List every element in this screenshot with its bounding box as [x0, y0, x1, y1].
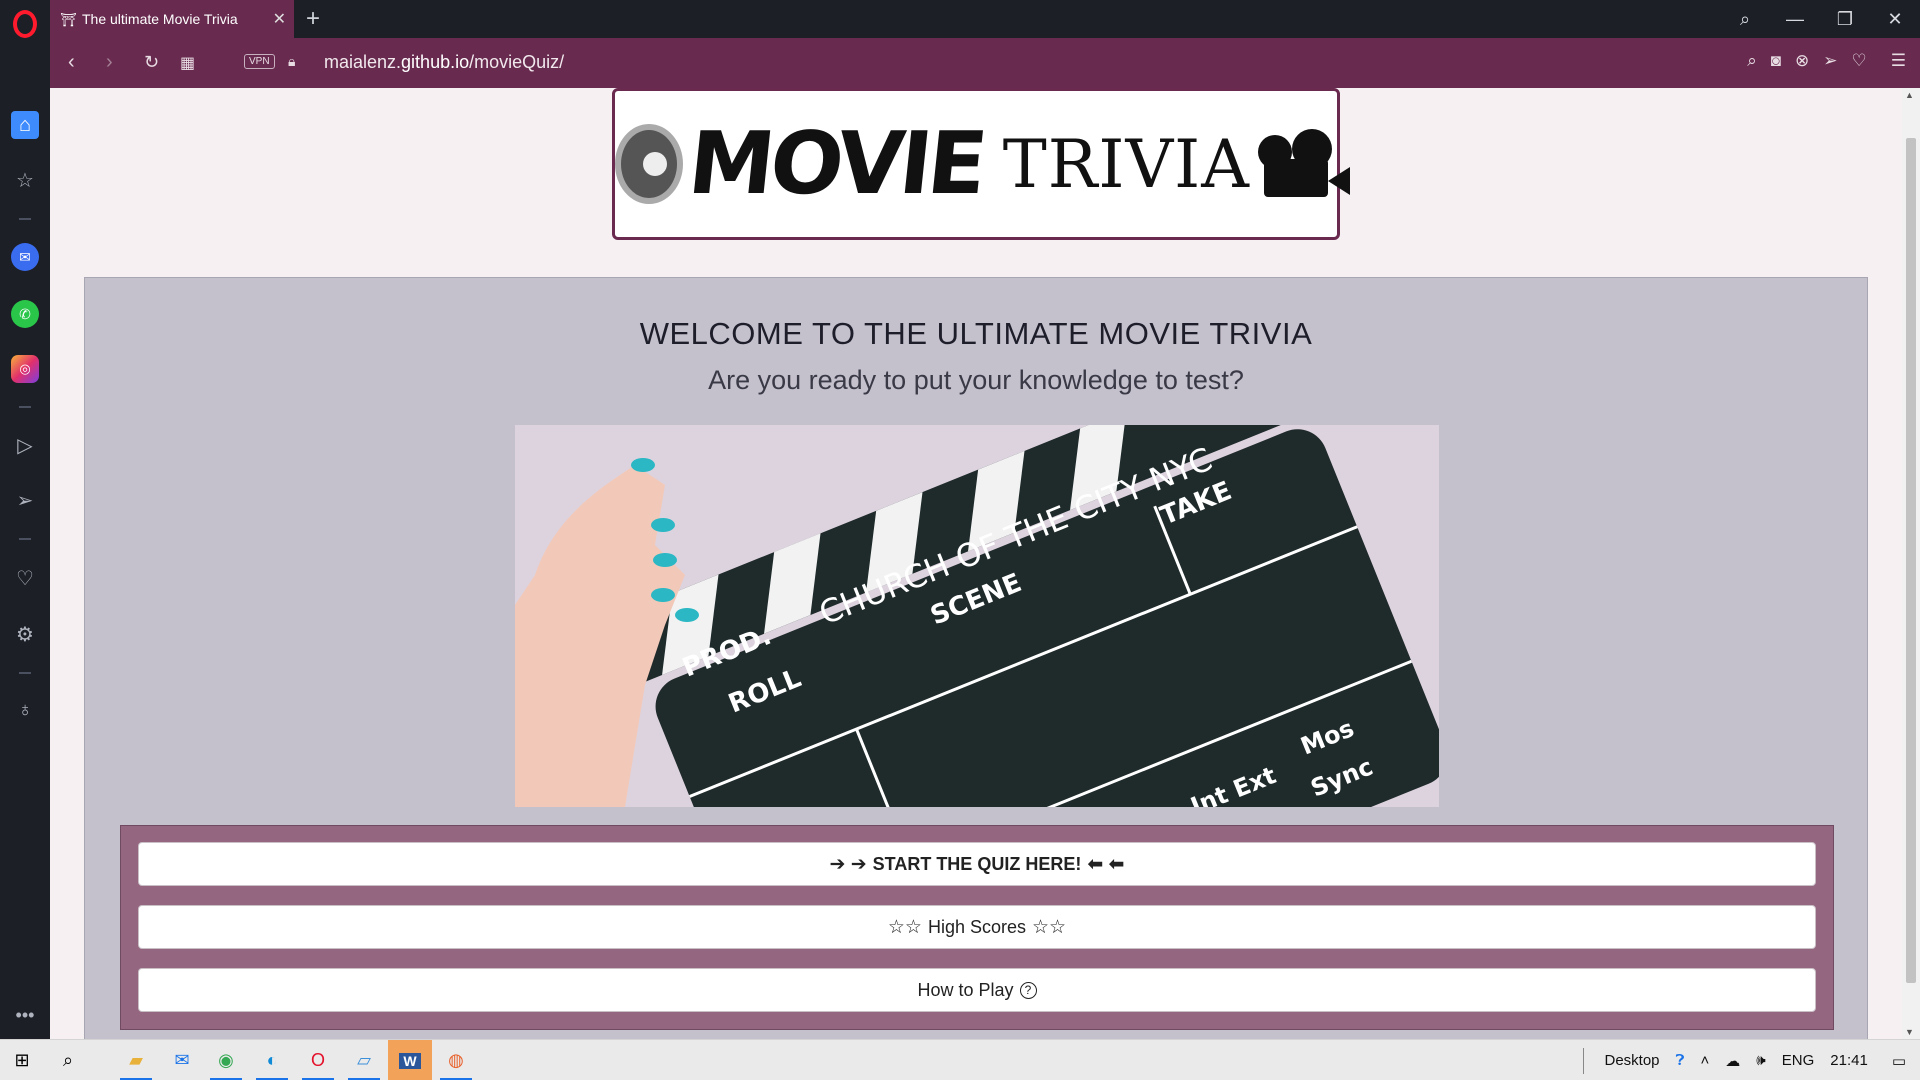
browser-sidebar: ⌂ ☆ ✉ ✆ ◎ ▷ ➢ ♡ ⚙ ♁ •••: [0, 0, 50, 1039]
clock[interactable]: 21:41: [1830, 1052, 1868, 1069]
snapshot-icon[interactable]: ◙: [1771, 51, 1781, 71]
movie-trivia-logo: MOVIE TRIVIA: [612, 88, 1350, 240]
forward-icon[interactable]: ›: [106, 51, 113, 74]
chevron-up-icon[interactable]: ˄: [1701, 1052, 1710, 1069]
photos-icon[interactable]: ▱: [342, 1040, 386, 1080]
vpn-badge[interactable]: VPN: [244, 54, 275, 69]
url-prefix: maialenz.: [324, 52, 402, 72]
arrow-right-circle-icon: ➔ ➔: [829, 853, 867, 875]
windows-start-icon[interactable]: ⊞: [0, 1040, 44, 1080]
menu-panel: ➔ ➔ START THE QUIZ HERE! ⬅ ⬅ ☆☆ High Sco…: [120, 825, 1834, 1030]
page-scrollbar[interactable]: ▲ ▼: [1902, 88, 1920, 1039]
notifications-icon[interactable]: ▭: [1892, 1052, 1906, 1070]
tab-bar: ⛩ The ultimate Movie Trivia ✕ + ⌕ — ❐ ✕: [50, 0, 1920, 38]
url-field[interactable]: maialenz.github.io/movieQuiz/: [324, 52, 564, 73]
tab-close-icon[interactable]: ✕: [273, 9, 286, 29]
help-icon[interactable]: ❓︎: [1676, 1052, 1685, 1069]
instagram-icon[interactable]: ◎: [11, 355, 39, 383]
bookmark-heart-icon[interactable]: ♡: [1852, 51, 1867, 71]
address-bar: ‹ › ↻ ▦ VPN 🔒︎ maialenz.github.io/movieQ…: [50, 38, 1920, 88]
search-icon[interactable]: ⌕: [46, 1040, 90, 1080]
sidebar-separator: [19, 672, 31, 674]
high-scores-label: High Scores: [927, 916, 1027, 937]
sidebar-separator: [19, 218, 31, 220]
settings-icon[interactable]: ⚙: [11, 620, 39, 648]
film-reel-icon: [615, 124, 684, 204]
scroll-up-icon[interactable]: ▲: [1905, 90, 1914, 100]
star-outline-icon: ☆☆: [1032, 916, 1067, 938]
home-icon[interactable]: ⌂: [11, 111, 39, 139]
restore-button[interactable]: ❐: [1820, 9, 1870, 30]
address-bar-actions: ⌕ ◙ ⊗ ➢ ♡ ☰: [1747, 51, 1906, 71]
page-subtitle: Are you ready to put your knowledge to t…: [708, 365, 1244, 395]
file-explorer-icon[interactable]: ▰: [114, 1040, 158, 1080]
new-tab-button[interactable]: +: [306, 5, 320, 33]
easy-setup-icon[interactable]: ☰: [1891, 51, 1906, 71]
minimize-button[interactable]: —: [1770, 9, 1820, 30]
sidebar-separator: [19, 538, 31, 540]
clapperboard-image: CHURCH OF THE CITY NYC PROD. ROLL SCENE …: [515, 425, 1439, 807]
high-scores-button[interactable]: ☆☆ High Scores ☆☆: [138, 905, 1816, 949]
arrow-left-circle-icon: ⬅ ⬅: [1087, 853, 1125, 875]
tab-movie-trivia[interactable]: ⛩ The ultimate Movie Trivia ✕: [50, 0, 294, 38]
page-viewport: MOVIE TRIVIA WELCOME TO THE ULTIMATE MOV…: [50, 88, 1902, 1039]
player-icon[interactable]: ▷: [11, 431, 39, 459]
how-to-play-label: How to Play: [917, 979, 1014, 1000]
system-tray: Desktop ❓︎ ˄ ☁ 🕪︎ ENG 21:41 ▭: [1575, 1040, 1920, 1080]
reload-icon[interactable]: ↻: [144, 52, 159, 73]
start-quiz-button[interactable]: ➔ ➔ START THE QUIZ HERE! ⬅ ⬅: [138, 842, 1816, 886]
volume-icon[interactable]: 🕪︎: [1756, 1052, 1765, 1069]
search-tabs-icon[interactable]: ⌕: [1720, 9, 1770, 30]
word-icon[interactable]: W: [388, 1040, 432, 1080]
logo-trivia-text: TRIVIA: [1002, 125, 1250, 203]
more-icon[interactable]: •••: [11, 1001, 39, 1029]
language-indicator[interactable]: ENG: [1782, 1052, 1815, 1069]
star-outline-icon: ☆☆: [887, 916, 922, 938]
windows-taskbar: ⊞ ⌕ ▰ ✉ ◉ ◐ O ▱ W ◍ Desktop ❓︎ ˄ ☁ 🕪︎ EN…: [0, 1039, 1920, 1080]
scroll-down-icon[interactable]: ▼: [1905, 1027, 1914, 1037]
heart-icon[interactable]: ♡: [11, 564, 39, 592]
whatsapp-icon[interactable]: ✆: [11, 300, 39, 328]
window-controls: ⌕ — ❐ ✕: [1720, 0, 1920, 38]
speed-dial-icon[interactable]: ▦: [180, 53, 195, 73]
welcome-card: WELCOME TO THE ULTIMATE MOVIE TRIVIA Are…: [84, 277, 1868, 1039]
star-icon[interactable]: ☆: [11, 166, 39, 194]
start-quiz-label: START THE QUIZ HERE!: [872, 853, 1082, 874]
messenger-icon[interactable]: ✉: [11, 243, 39, 271]
close-window-button[interactable]: ✕: [1870, 9, 1920, 30]
movie-camera-icon: [1257, 129, 1350, 199]
block-icon[interactable]: ⊗: [1795, 51, 1809, 71]
opera-logo-icon[interactable]: [13, 10, 37, 38]
page-title: WELCOME TO THE ULTIMATE MOVIE TRIVIA: [639, 316, 1313, 351]
bulb-icon[interactable]: ♁: [11, 696, 39, 724]
desktop-toolbar[interactable]: Desktop: [1604, 1052, 1659, 1069]
url-domain: github.io: [401, 52, 470, 72]
back-icon[interactable]: ‹: [68, 51, 75, 74]
question-circle-icon: ?: [1019, 981, 1037, 999]
opera-icon[interactable]: O: [296, 1040, 340, 1080]
tab-favicon-icon: ⛩: [60, 12, 77, 27]
scrollbar-thumb[interactable]: [1906, 138, 1916, 983]
lock-icon[interactable]: 🔒︎: [288, 53, 295, 70]
tab-title: The ultimate Movie Trivia: [82, 11, 238, 27]
onedrive-icon[interactable]: ☁: [1725, 1052, 1740, 1070]
tray-divider: [1583, 1047, 1585, 1074]
share-icon[interactable]: ➢: [1823, 51, 1837, 71]
firefox-icon[interactable]: ◍: [434, 1040, 478, 1080]
sidebar-separator: [19, 406, 31, 408]
how-to-play-button[interactable]: How to Play ?: [138, 968, 1816, 1012]
edge-icon[interactable]: ◐: [250, 1040, 294, 1080]
page-search-icon[interactable]: ⌕: [1747, 51, 1757, 71]
url-path: /movieQuiz/: [469, 52, 565, 72]
chrome-icon[interactable]: ◉: [204, 1040, 248, 1080]
mail-icon[interactable]: ✉: [160, 1040, 204, 1080]
logo-movie-text: MOVIE: [683, 114, 988, 214]
send-icon[interactable]: ➢: [11, 486, 39, 514]
